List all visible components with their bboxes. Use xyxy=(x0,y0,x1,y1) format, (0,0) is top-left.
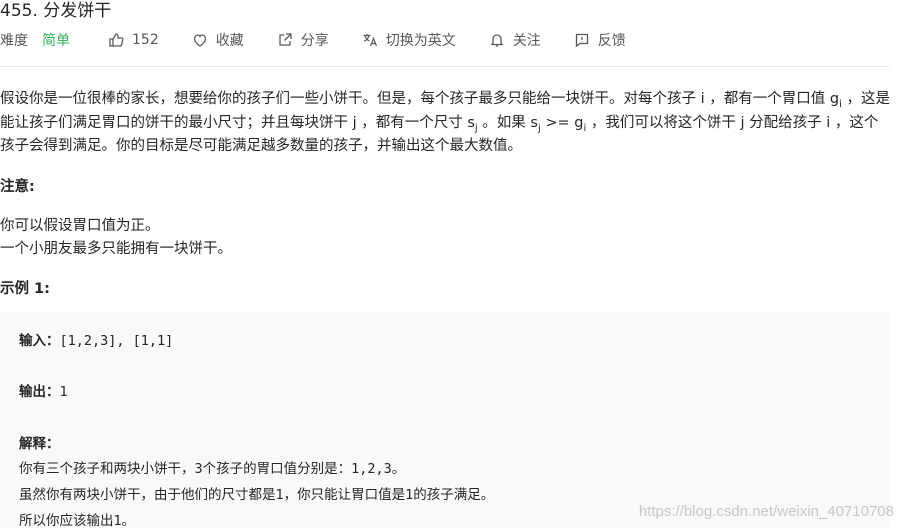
bell-icon xyxy=(490,34,503,47)
follow-label: 关注 xyxy=(512,33,541,49)
example-explain-2: 虽然你有两块小饼干，由于他们的尺寸都是1，你只能让胃口值是1的孩子满足。 xyxy=(19,487,495,503)
difficulty-label: 难度 xyxy=(0,33,28,49)
problem-title: 455. 分发饼干 xyxy=(0,1,112,21)
example-block: 输入：[1,2,3], [1,1] 输出：1 解释： 你有三个孩子和两块小饼干，… xyxy=(0,312,890,528)
output-value: 1 xyxy=(59,384,68,400)
feedback-label: 反馈 xyxy=(597,33,626,49)
desc-part-3: 。如果 s xyxy=(477,114,538,131)
translate-button[interactable]: 切换为英文 xyxy=(362,30,456,50)
explain-label: 解释： xyxy=(19,436,60,452)
desc-part-4: >= g xyxy=(540,114,584,131)
example-explain-label: 解释： xyxy=(19,432,60,452)
share-button[interactable]: 分享 xyxy=(277,30,329,50)
heart-icon xyxy=(193,34,206,47)
note-heading: 注意: xyxy=(0,179,35,195)
feedback-button[interactable]: 反馈 xyxy=(574,30,626,50)
example-heading: 示例 1: xyxy=(0,281,50,297)
meta-bar: 难度 简单 152 收藏 分享 切换为英文 关注 反馈 xyxy=(0,30,626,50)
favorite-button[interactable]: 收藏 xyxy=(192,30,244,50)
note-line-2: 一个小朋友最多只能拥有一块饼干。 xyxy=(0,241,232,257)
example-explain-3: 所以你应该输出1。 xyxy=(19,513,136,528)
thumbs-up-icon xyxy=(109,33,124,47)
feedback-icon xyxy=(575,33,588,48)
example-explain-1: 你有三个孩子和两块小饼干，3个孩子的胃口值分别是：1,2,3。 xyxy=(19,461,406,477)
translate-label: 切换为英文 xyxy=(385,33,456,49)
example-output: 输出：1 xyxy=(19,380,68,400)
watermark: https://blog.csdn.net/weixin_40710708 xyxy=(638,503,894,520)
problem-description: 假设你是一位很棒的家长，想要给你的孩子们一些小饼干。但是，每个孩子最多只能给一块… xyxy=(0,88,892,159)
input-value: [1,2,3], [1,1] xyxy=(59,333,174,349)
output-label: 输出： xyxy=(19,384,60,400)
divider xyxy=(0,66,890,67)
share-label: 分享 xyxy=(300,33,329,49)
note-line-1: 你可以假设胃口值为正。 xyxy=(0,218,160,234)
translate-icon xyxy=(363,34,377,47)
desc-part-1: 假设你是一位很棒的家长，想要给你的孩子们一些小饼干。但是，每个孩子最多只能给一块… xyxy=(0,91,840,107)
like-count: 152 xyxy=(132,32,159,48)
difficulty-badge: 简单 xyxy=(42,33,70,49)
like-button[interactable]: 152 xyxy=(108,32,159,48)
example-input: 输入：[1,2,3], [1,1] xyxy=(19,329,173,349)
input-label: 输入： xyxy=(19,333,60,349)
favorite-label: 收藏 xyxy=(215,33,244,49)
problem-page: 455. 分发饼干 难度 简单 152 收藏 分享 切换为英文 关注 反馈 假设… xyxy=(0,0,904,528)
share-icon xyxy=(279,33,292,46)
follow-button[interactable]: 关注 xyxy=(489,30,541,50)
